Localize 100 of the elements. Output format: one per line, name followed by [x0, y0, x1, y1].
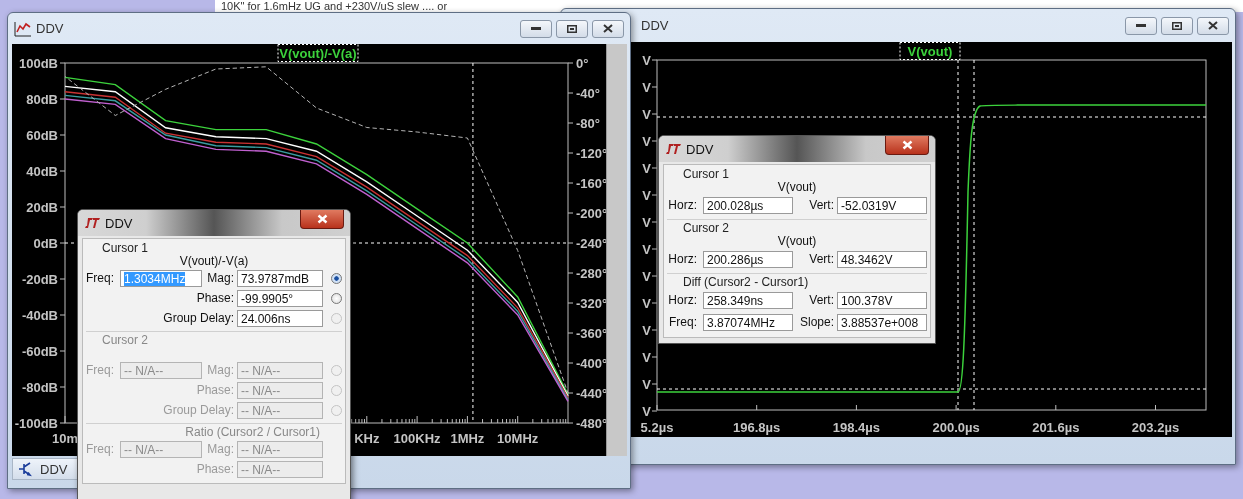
maximize-button[interactable]	[556, 19, 588, 38]
value-field[interactable]: 200.028µs	[703, 196, 793, 214]
axis-label: 80dB	[26, 92, 58, 107]
restore-icon	[567, 24, 577, 33]
radio-button[interactable]	[331, 272, 342, 284]
value-field[interactable]: -52.0319V	[837, 196, 927, 214]
axis-label: -440°	[576, 386, 606, 401]
value-field[interactable]: 48.3462V	[837, 250, 927, 268]
value-field[interactable]: -99.9905°	[237, 289, 323, 307]
field-label: Horz:	[668, 252, 697, 266]
dialog-title: DDV	[686, 141, 714, 157]
logo-icon	[665, 143, 681, 155]
cursor-line[interactable]	[957, 59, 975, 411]
page-text: 10K" for 1.6mHz UG and +230V/uS slew .... or	[221, 0, 448, 12]
axis-label: 10m	[52, 431, 78, 446]
field-label: Vert:	[809, 252, 834, 266]
field-label: Phase:	[196, 291, 234, 305]
axis-label: 198.4µs	[832, 420, 881, 435]
axis-label: -360°	[576, 326, 606, 341]
value-field[interactable]: 100.378V	[837, 291, 927, 309]
axis-label: 200.0µs	[932, 420, 980, 435]
axis-label: -80dB	[21, 380, 58, 395]
axis-label: V	[642, 161, 651, 176]
window-title: DDV	[641, 18, 669, 33]
axis-label: 60dB	[26, 128, 58, 143]
axis-label: V	[642, 215, 651, 230]
field-label: Mag:	[207, 442, 234, 456]
close-icon	[603, 24, 613, 33]
field-label: Freq:	[86, 271, 114, 285]
value-field[interactable]: 258.349ns	[703, 291, 793, 309]
minimize-button[interactable]	[520, 19, 552, 38]
axis-label: -240°	[576, 236, 606, 251]
value-field[interactable]: 24.006ns	[237, 309, 323, 327]
restore-icon	[1172, 21, 1182, 30]
field-label: Vert:	[809, 198, 834, 212]
axis-label: -400°	[576, 356, 606, 371]
axis-label: 20dB	[26, 200, 58, 215]
trace-label[interactable]: V(vout)/-V(a)	[277, 44, 359, 62]
axis-label: V	[642, 350, 651, 365]
axis-label: V	[642, 377, 651, 392]
axis-label: 100KHz	[393, 431, 441, 446]
axis-label: V	[642, 107, 651, 122]
axis-label: -280°	[576, 266, 606, 281]
value-field[interactable]: 73.9787mdB	[237, 269, 323, 287]
minimize-icon	[531, 26, 541, 31]
trace-label[interactable]: V(vout)	[899, 42, 961, 60]
axis-label: -60dB	[21, 344, 58, 359]
axis-label: 40dB	[26, 164, 58, 179]
axis-label: V	[642, 188, 651, 203]
axis-label: V	[642, 269, 651, 284]
minimize-button[interactable]	[1125, 16, 1157, 35]
field-label: Phase:	[196, 462, 234, 476]
group-heading: Cursor 2	[102, 333, 148, 347]
axis-label: -200°	[576, 206, 606, 221]
axis-label: 0°	[576, 56, 589, 71]
axis-label: 203.2µs	[1131, 420, 1180, 435]
trace-name: V(vout)/-V(a)	[179, 254, 249, 268]
axis-label: 196.8µs	[733, 420, 781, 435]
close-button[interactable]	[300, 210, 344, 229]
field-label: Horz:	[668, 293, 697, 307]
axis-label: V	[642, 134, 651, 149]
axis-label: V	[642, 80, 651, 95]
axis-label: 1MHz	[450, 431, 485, 446]
axis-label: 0dB	[33, 236, 58, 251]
minimize-icon	[1136, 23, 1146, 28]
axis-label: -480°	[576, 416, 606, 431]
logo-icon	[84, 217, 100, 229]
field-label: Horz:	[668, 198, 697, 212]
axis-label: V	[642, 296, 651, 311]
field-label: Freq:	[86, 442, 114, 456]
axis-label: -40°	[576, 86, 600, 101]
field-label: Slope:	[799, 315, 834, 329]
axis-label: V	[642, 323, 651, 338]
chart-icon	[14, 20, 32, 37]
axis-label: -160°	[576, 176, 606, 191]
close-button[interactable]	[885, 136, 929, 155]
group-heading: Cursor 1	[683, 167, 729, 181]
axis-label: -40dB	[21, 308, 58, 323]
close-icon	[901, 140, 913, 150]
axis-label: -20dB	[21, 272, 58, 287]
dialog-title: DDV	[105, 215, 133, 231]
maximize-button[interactable]	[1161, 16, 1193, 35]
axis-label: -100dB	[14, 416, 58, 431]
radio-button[interactable]	[331, 292, 342, 304]
close-button[interactable]	[592, 19, 624, 38]
close-icon	[1208, 21, 1218, 30]
field-label: Freq:	[86, 363, 114, 377]
axis-label: 100dB	[18, 56, 58, 71]
axis-label: V	[642, 404, 651, 419]
axis-label: -120°	[576, 146, 606, 161]
close-button[interactable]	[1197, 16, 1229, 35]
value-field[interactable]: 3.87074MHz	[703, 313, 793, 331]
tab-label: DDV	[40, 461, 68, 477]
field-label: Phase:	[196, 383, 234, 397]
value-field[interactable]: 3.88537e+008	[837, 313, 927, 331]
trace-name: V(vout)	[777, 234, 817, 248]
field-label: Group Delay:	[163, 311, 234, 325]
value-field[interactable]: 200.286µs	[703, 250, 793, 268]
group-heading: Ratio (Cursor2 / Cursor1)	[185, 425, 320, 439]
axis-label: V	[642, 53, 651, 68]
